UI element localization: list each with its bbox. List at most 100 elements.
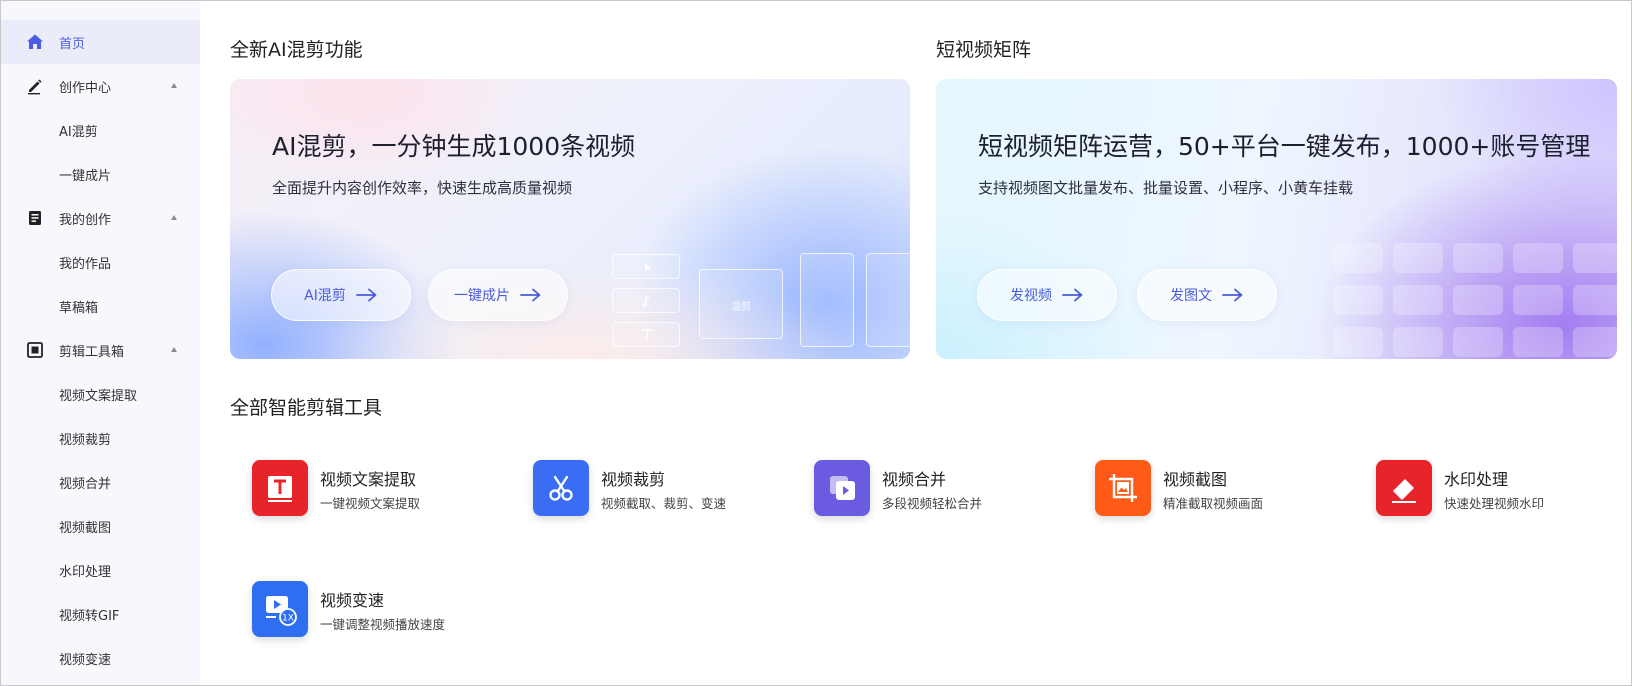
tool-description: 视频截取、裁剪、变速 bbox=[601, 496, 727, 511]
matrix-banner[interactable]: 短视频矩阵运营，50+平台一键发布，1000+账号管理 支持视频图文批量发布、批… bbox=[936, 79, 1617, 359]
button-label: 发视频 bbox=[1010, 288, 1052, 304]
screenshot-icon bbox=[1095, 460, 1151, 516]
banner-title: AI混剪，一分钟生成1000条视频 bbox=[272, 132, 636, 161]
platform-tile bbox=[1453, 285, 1503, 315]
sidebar-item-label: 我的创作 bbox=[59, 212, 112, 228]
platform-tile bbox=[1453, 327, 1503, 357]
eraser-icon bbox=[1376, 460, 1432, 516]
platform-tile bbox=[1453, 243, 1503, 273]
sidebar-item-video-screenshot[interactable]: 视频截图 bbox=[1, 504, 200, 548]
tool-description: 一键调整视频播放速度 bbox=[320, 617, 446, 632]
toolbox-icon bbox=[25, 340, 45, 360]
banner-subtitle: 支持视频图文批量发布、批量设置、小程序、小黄车挂载 bbox=[978, 179, 1354, 197]
sidebar-item-ai-mix[interactable]: AI混剪 bbox=[1, 108, 200, 152]
sidebar-item-label: 草稿箱 bbox=[59, 300, 99, 316]
scissors-icon bbox=[533, 460, 589, 516]
sidebar-item-label: 剪辑工具箱 bbox=[59, 344, 125, 360]
platform-tile bbox=[1513, 243, 1563, 273]
arrow-right-icon bbox=[1222, 288, 1244, 302]
sidebar-item-toolbox[interactable]: 剪辑工具箱 bbox=[1, 328, 200, 372]
tool-name: 视频文案提取 bbox=[320, 470, 417, 489]
sidebar-item-video-crop[interactable]: 视频裁剪 bbox=[1, 416, 200, 460]
sidebar-item-label: 我的作品 bbox=[59, 256, 112, 272]
document-icon bbox=[25, 208, 45, 228]
sidebar-item-watermark[interactable]: 水印处理 bbox=[1, 548, 200, 592]
sidebar-item-label: 视频截图 bbox=[59, 520, 112, 536]
mock-text-panel bbox=[612, 322, 680, 347]
chevron-up-icon[interactable] bbox=[171, 347, 177, 352]
platform-tile bbox=[1573, 285, 1617, 315]
home-icon bbox=[25, 32, 45, 52]
tool-description: 一键视频文案提取 bbox=[320, 496, 421, 511]
ai-mix-button[interactable]: AI混剪 bbox=[271, 269, 411, 321]
tool-description: 精准截取视频画面 bbox=[1163, 496, 1264, 511]
sidebar-item-label: 水印处理 bbox=[59, 564, 112, 580]
sidebar-item-home[interactable]: 首页 bbox=[1, 20, 200, 64]
mock-play-panel bbox=[612, 254, 680, 279]
button-label: 发图文 bbox=[1170, 288, 1212, 304]
button-label: 一键成片 bbox=[454, 288, 510, 304]
mock-mix-label: 混剪 bbox=[731, 302, 751, 313]
tool-text-extract[interactable]: 视频文案提取 一键视频文案提取 bbox=[252, 460, 522, 520]
sidebar-item-creation-center[interactable]: 创作中心 bbox=[1, 64, 200, 108]
tool-video-crop[interactable]: 视频裁剪 视频截取、裁剪、变速 bbox=[533, 460, 803, 520]
sidebar-item-label: 视频变速 bbox=[59, 652, 112, 668]
tool-video-merge[interactable]: 视频合并 多段视频轻松合并 bbox=[814, 460, 1084, 520]
sidebar-item-label: 视频转GIF bbox=[59, 608, 120, 624]
arrow-right-icon bbox=[355, 288, 378, 302]
app-window: 首页 创作中心 AI混剪 一键成片 我的创作 我的作品 草稿箱 剪辑工具箱 视频… bbox=[0, 0, 1632, 686]
tool-name: 视频截图 bbox=[1163, 470, 1228, 489]
platform-tile bbox=[1333, 285, 1383, 315]
platform-tile bbox=[1573, 243, 1617, 273]
sidebar-item-video-speed[interactable]: 视频变速 bbox=[1, 636, 200, 680]
sidebar-item-my-creation[interactable]: 我的创作 bbox=[1, 196, 200, 240]
section-title-matrix: 短视频矩阵 bbox=[936, 39, 1032, 61]
video-merge-icon bbox=[814, 460, 870, 516]
tool-watermark[interactable]: 水印处理 快速处理视频水印 bbox=[1376, 460, 1631, 520]
mock-music-panel bbox=[612, 288, 680, 313]
sidebar-item-label: 创作中心 bbox=[59, 80, 112, 96]
platform-tile bbox=[1393, 243, 1443, 273]
sidebar-item-label: 一键成片 bbox=[59, 168, 112, 184]
arrow-right-icon bbox=[520, 288, 542, 302]
sidebar-item-my-works[interactable]: 我的作品 bbox=[1, 240, 200, 284]
tool-description: 快速处理视频水印 bbox=[1444, 496, 1545, 511]
sidebar-item-label: AI混剪 bbox=[59, 124, 98, 140]
arrow-right-icon bbox=[1062, 288, 1084, 302]
tool-video-speed[interactable]: 1X 视频变速 一键调整视频播放速度 bbox=[252, 581, 522, 641]
tool-video-screenshot[interactable]: 视频截图 精准截取视频画面 bbox=[1095, 460, 1365, 520]
button-label: AI混剪 bbox=[304, 288, 346, 304]
tool-name: 视频裁剪 bbox=[601, 470, 666, 489]
platform-tile bbox=[1393, 327, 1443, 357]
chevron-up-icon[interactable] bbox=[171, 83, 177, 88]
sidebar-item-text-extract[interactable]: 视频文案提取 bbox=[1, 372, 200, 416]
text-extract-icon bbox=[252, 460, 308, 516]
sidebar-item-video-gif[interactable]: 视频转GIF bbox=[1, 592, 200, 636]
sidebar-item-label: 视频合并 bbox=[59, 476, 112, 492]
sidebar-item-one-click[interactable]: 一键成片 bbox=[1, 152, 200, 196]
platform-tile bbox=[1333, 243, 1383, 273]
speed-icon: 1X bbox=[252, 581, 308, 637]
platform-tile bbox=[1393, 285, 1443, 315]
publish-image-text-button[interactable]: 发图文 bbox=[1137, 269, 1277, 321]
ai-mix-banner[interactable]: 混剪 AI混剪，一分钟生成1000条视频 全面提升内容创作效率，快速生成高质量视… bbox=[230, 79, 910, 359]
sidebar-item-label: 视频裁剪 bbox=[59, 432, 112, 448]
chevron-up-icon[interactable] bbox=[171, 215, 177, 220]
platform-tile bbox=[1333, 327, 1383, 357]
tool-name: 水印处理 bbox=[1444, 470, 1509, 489]
sidebar-item-drafts[interactable]: 草稿箱 bbox=[1, 284, 200, 328]
tool-name: 视频合并 bbox=[882, 470, 947, 489]
mock-phone-panel bbox=[866, 253, 910, 347]
platform-tile bbox=[1573, 327, 1617, 357]
sidebar: 首页 创作中心 AI混剪 一键成片 我的创作 我的作品 草稿箱 剪辑工具箱 视频… bbox=[1, 1, 200, 685]
publish-video-button[interactable]: 发视频 bbox=[977, 269, 1117, 321]
one-click-button[interactable]: 一键成片 bbox=[428, 269, 568, 321]
banner-subtitle: 全面提升内容创作效率，快速生成高质量视频 bbox=[272, 179, 573, 197]
sidebar-item-label: 视频文案提取 bbox=[59, 388, 138, 404]
mock-phone-panel bbox=[800, 253, 854, 347]
banner-title: 短视频矩阵运营，50+平台一键发布，1000+账号管理 bbox=[978, 132, 1591, 161]
section-title-ai-mix: 全新AI混剪功能 bbox=[230, 39, 363, 61]
mock-mix-panel: 混剪 bbox=[699, 269, 783, 339]
sidebar-item-video-merge[interactable]: 视频合并 bbox=[1, 460, 200, 504]
sidebar-item-label: 首页 bbox=[59, 36, 86, 52]
